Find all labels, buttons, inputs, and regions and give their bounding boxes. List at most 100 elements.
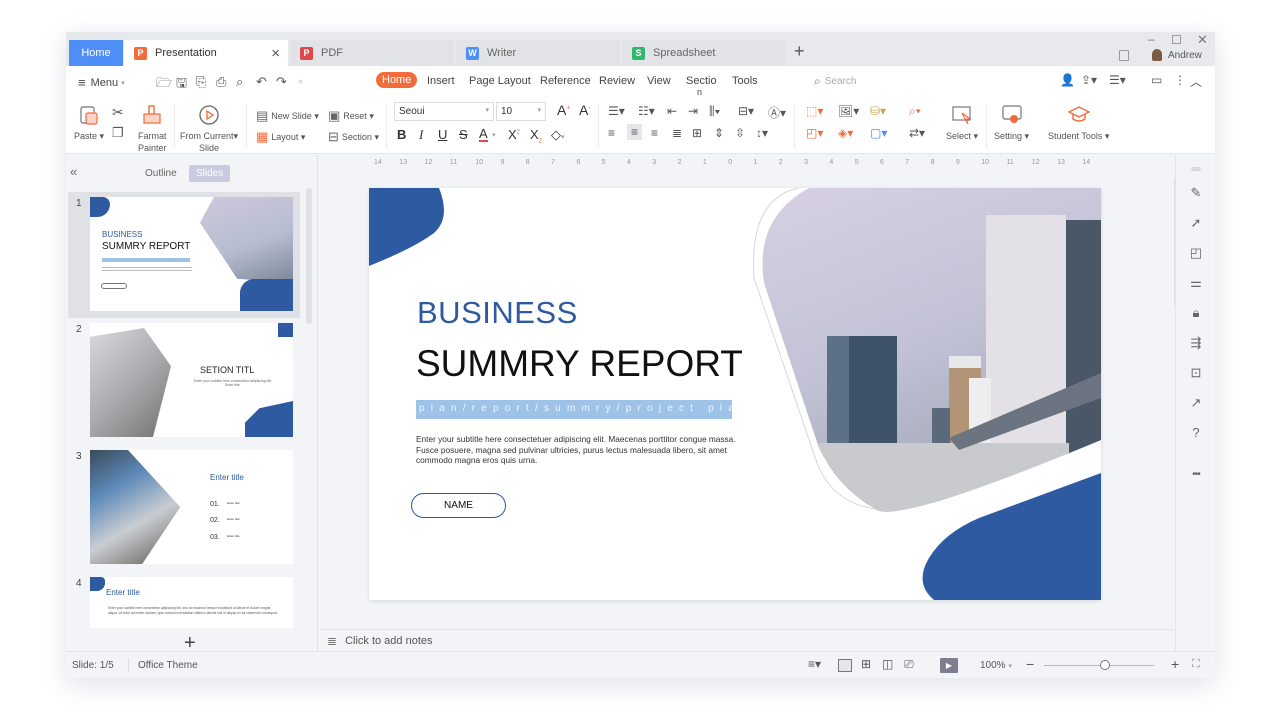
text-direction-icon[interactable]: Ⓐ▾	[768, 104, 786, 121]
zoom-level[interactable]: 100% ▾	[980, 660, 1012, 671]
close-tab-icon[interactable]: ×	[271, 45, 280, 62]
distribute-icon[interactable]: ⊞	[692, 126, 702, 140]
text-columns-icon[interactable]: ⫼▾	[709, 104, 720, 119]
setting-button[interactable]: Setting ▾	[994, 104, 1029, 142]
align-left-icon[interactable]: ≡	[608, 126, 615, 140]
find-icon[interactable]: ⌕▾	[909, 104, 921, 119]
font-color-icon[interactable]: A	[479, 127, 488, 142]
section-button[interactable]: ⊟ Section ▾	[328, 129, 379, 145]
lock-icon[interactable]: 🔒︎	[1188, 305, 1204, 321]
shapes-icon[interactable]: ◰	[1188, 245, 1204, 261]
tab-spreadsheet[interactable]: S Spreadsheet	[622, 40, 786, 66]
numbered-list-icon[interactable]: ☷▾	[638, 104, 655, 118]
arrange-icon[interactable]: ◈▾	[838, 126, 853, 140]
italic-icon[interactable]: I	[419, 127, 423, 143]
horizontal-ruler[interactable]: 14 13 12 11 10 9 8 7 6 5 4 3 2 1 0 1 2 3 4 5 6 7 8 9 10 11 12 13 14	[374, 155, 1090, 169]
new-slide-button[interactable]: ▤ New Slide ▾	[256, 108, 319, 124]
more-icon[interactable]: •••	[1188, 467, 1204, 483]
close-window-button[interactable]: ✕	[1197, 32, 1208, 48]
reading-view-icon[interactable]: ◫	[882, 657, 893, 671]
align-right-icon[interactable]: ≡	[651, 126, 658, 140]
more-options-icon[interactable]: ⋮	[1174, 73, 1186, 87]
bold-icon[interactable]: B	[397, 127, 406, 142]
save-icon[interactable]: 🖫	[176, 74, 187, 96]
dual-window-icon[interactable]	[1119, 50, 1129, 61]
camera-icon[interactable]: ⎚	[904, 657, 914, 672]
panel-scrollbar[interactable]	[306, 188, 312, 324]
chevron-down-icon[interactable]: ▾	[492, 131, 496, 139]
tab-writer[interactable]: W Writer	[456, 40, 620, 66]
undo-icon[interactable]: ↶	[256, 74, 267, 90]
slide-thumbnail-1[interactable]: 1 BUSINESS SUMMRY REPORT	[68, 192, 300, 318]
slide-sorter-icon[interactable]: ⊞	[861, 657, 871, 671]
format-painter-button[interactable]: Farmat Painter	[138, 104, 167, 154]
align-center-icon[interactable]: ≡	[627, 124, 643, 140]
zoom-in-button[interactable]: +	[1171, 656, 1179, 672]
share-user-icon[interactable]: 👤	[1060, 73, 1075, 87]
pointer-icon[interactable]: ➚	[1188, 215, 1204, 231]
bullet-list-icon[interactable]: ☰▾	[608, 104, 625, 118]
cut-icon[interactable]: ✂	[112, 104, 124, 121]
slide-1[interactable]: BUSINESS SUMMRY REPORT plan/report/summr…	[369, 188, 1101, 600]
drag-handle-icon[interactable]: ═	[1188, 161, 1204, 177]
collapse-panel-icon[interactable]: «	[70, 164, 77, 179]
export-icon[interactable]: ⎘	[196, 74, 206, 90]
notes-toggle-icon[interactable]: ≡▾	[808, 657, 821, 671]
tab-home[interactable]: Home	[376, 72, 418, 88]
maximize-button[interactable]: ☐	[1171, 33, 1182, 47]
play-slideshow-button[interactable]: ▶	[940, 658, 958, 673]
text-box-icon[interactable]: ⊟▾	[738, 104, 754, 118]
tab-tools[interactable]: Tools	[732, 75, 758, 87]
collapse-ribbon-icon[interactable]: ︿	[1190, 73, 1202, 90]
outline-icon[interactable]: ▢▾	[870, 126, 887, 140]
more-icon[interactable]: »	[298, 76, 303, 86]
fit-screen-icon[interactable]: ⛶	[1192, 658, 1200, 671]
normal-view-icon[interactable]	[838, 659, 852, 672]
tab-view[interactable]: View	[647, 75, 671, 87]
home-tab[interactable]: Home	[69, 40, 123, 66]
minimize-button[interactable]: –	[1148, 32, 1155, 46]
zoom-slider-handle[interactable]	[1100, 660, 1110, 670]
tab-insert[interactable]: Insert	[427, 75, 455, 87]
subscript-icon[interactable]: X2	[530, 127, 542, 145]
new-tab-button[interactable]: +	[794, 41, 805, 62]
tab-reference[interactable]: Reference	[540, 75, 591, 87]
menu-button[interactable]: ≡ Menu ▾	[78, 75, 125, 90]
slide-thumbnail-4[interactable]: 4 Enter title Enter your subtitle here c…	[68, 572, 300, 628]
comment-icon[interactable]: ▭	[1151, 73, 1162, 87]
help-icon[interactable]: ?	[1188, 425, 1204, 441]
share-icon[interactable]: ↗	[1188, 395, 1204, 411]
slide-subtitle[interactable]: Enter your subtitle here consectetuer ad…	[416, 434, 751, 466]
select-button[interactable]: Select ▾	[946, 104, 978, 142]
notes-area[interactable]: ≣ Click to add notes	[319, 629, 1174, 651]
fill-icon[interactable]: ⛁▾	[870, 104, 886, 118]
line-spacing-icon[interactable]: ⇕	[714, 126, 724, 140]
from-current-slide-button[interactable]: From Current▾ Slide	[180, 104, 238, 154]
slide-title-business[interactable]: BUSINESS	[417, 295, 578, 331]
slide-name-button[interactable]: NAME	[411, 493, 506, 518]
slide-title-summary[interactable]: SUMMRY REPORT	[416, 343, 743, 385]
tab-review[interactable]: Review	[599, 75, 635, 87]
increase-font-icon[interactable]: A+	[557, 102, 570, 118]
clear-format-icon[interactable]: ◇▾	[551, 127, 565, 143]
tab-section[interactable]: Sectio n	[686, 75, 717, 97]
zoom-slider-track[interactable]	[1044, 665, 1154, 666]
slide-tagline[interactable]: plan/report/summry/project plan	[416, 400, 732, 419]
open-icon[interactable]: 🗁	[156, 74, 172, 96]
layout-button[interactable]: ▦ Layout ▾	[256, 129, 305, 145]
adjust-icon[interactable]: ⚌	[1188, 275, 1204, 291]
student-tools-button[interactable]: Student Tools ▾	[1048, 104, 1109, 142]
search-box[interactable]: ⌕ Search	[814, 74, 856, 89]
replace-icon[interactable]: ⇄▾	[909, 126, 925, 140]
tab-page-layout[interactable]: Page Layout	[469, 75, 531, 87]
font-size-select[interactable]: 10 ▾	[496, 102, 546, 121]
font-name-select[interactable]: Seoui ▾	[394, 102, 494, 121]
task-icon[interactable]: ☰▾	[1109, 73, 1126, 87]
theme-name[interactable]: Office Theme	[138, 660, 198, 671]
reset-button[interactable]: ▣ Reset ▾	[328, 108, 374, 124]
tab-slides[interactable]: Slides	[189, 165, 231, 182]
user-account[interactable]: Andrew	[1152, 49, 1202, 61]
tab-outline[interactable]: Outline	[138, 165, 184, 182]
paragraph-spacing-icon[interactable]: ⇳	[735, 126, 745, 140]
picture-icon[interactable]: 🖼▾	[838, 104, 859, 118]
